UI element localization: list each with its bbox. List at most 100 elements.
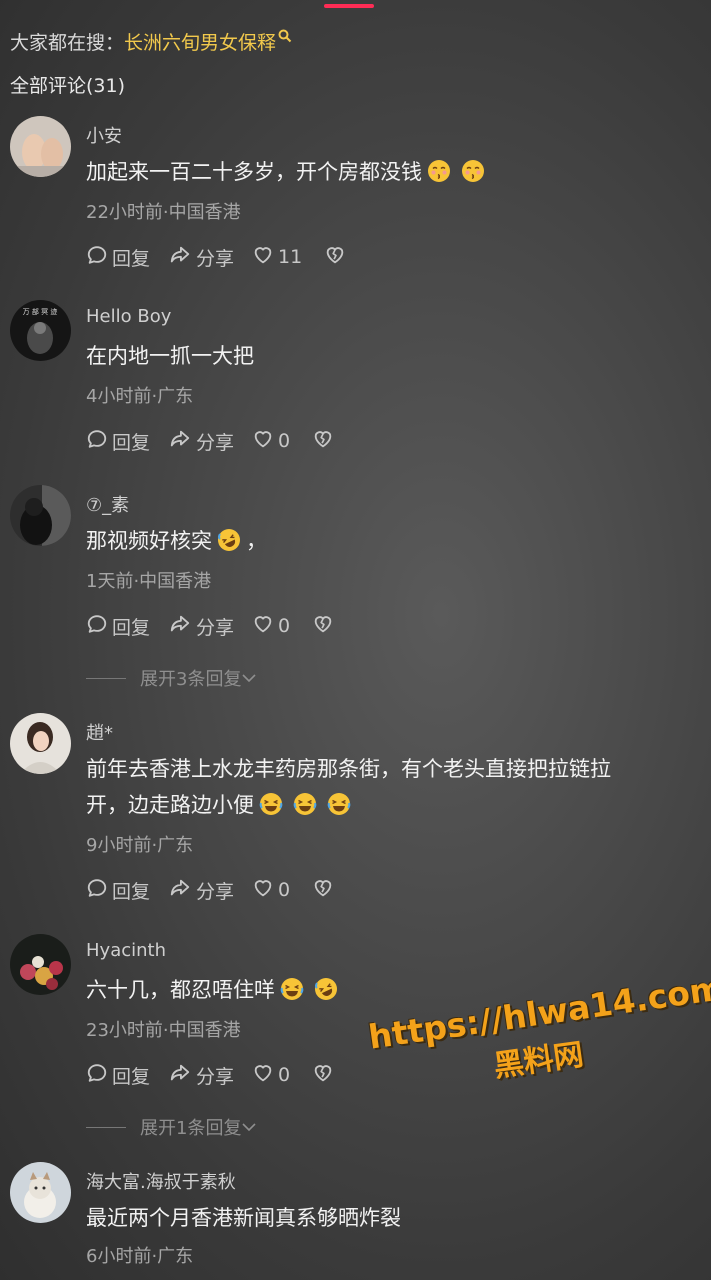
search-icon [278, 26, 292, 48]
like-count: 0 [278, 879, 291, 901]
reply-icon [86, 244, 112, 271]
trending-search[interactable]: 大家都在搜：长洲六旬男女保释 [10, 28, 292, 55]
reply-label: 回复 [112, 431, 151, 454]
laughing-crying-emoji-icon [293, 791, 317, 815]
comment-actions: 回复 分享 11 [86, 244, 368, 270]
comment-text-line: 前年去香港上水龙丰药房那条街，有个老头直接把拉链拉 [86, 757, 611, 781]
laughing-tilted-emoji-icon [217, 527, 241, 551]
avatar[interactable] [10, 713, 71, 774]
share-button[interactable]: 分享 [168, 244, 234, 271]
comment-actions: 回复 分享 0 [86, 877, 356, 903]
comment-username[interactable]: 小安 [86, 122, 122, 148]
comment-username[interactable]: 海大富.海叔于素秋 [86, 1168, 236, 1194]
heart-icon [252, 1062, 278, 1089]
avatar[interactable] [10, 116, 71, 177]
like-count: 0 [278, 615, 291, 637]
share-icon [168, 613, 196, 640]
share-button[interactable]: 分享 [168, 428, 234, 455]
heart-icon [252, 244, 278, 271]
comment-username[interactable]: Hello Boy [86, 306, 171, 327]
laughing-crying-emoji-icon [259, 791, 283, 815]
comment-text: 加起来一百二十多岁，开个房都没钱 [86, 154, 676, 190]
comment-text-content: 开，边走路边小便 [86, 793, 254, 817]
avatar[interactable] [10, 1162, 71, 1223]
dislike-button[interactable] [312, 1062, 338, 1089]
like-button[interactable]: 0 [252, 613, 290, 640]
expand-replies-button[interactable]: 展开1条回复 [86, 1114, 257, 1140]
expand-replies-label: 展开1条回复 [140, 1118, 242, 1139]
comment-username[interactable]: Hyacinth [86, 940, 166, 961]
comment-text: 在内地一抓一大把 [86, 338, 676, 374]
share-label: 分享 [196, 880, 235, 903]
dislike-button[interactable] [324, 244, 350, 271]
comment-meta: 6小时前·广东 [86, 1246, 194, 1267]
share-button[interactable]: 分享 [168, 613, 234, 640]
expand-replies-button[interactable]: 展开3条回复 [86, 665, 257, 691]
avatar[interactable] [10, 934, 71, 995]
kiss-emoji-icon [461, 158, 485, 182]
avatar[interactable] [10, 485, 71, 546]
comment-text-content: 最近两个月香港新闻真系够晒炸裂 [86, 1206, 401, 1230]
comment-meta: 22小时前·中国香港 [86, 202, 241, 223]
heart-icon [252, 613, 278, 640]
like-button[interactable]: 11 [252, 244, 302, 271]
heart-icon [252, 428, 278, 455]
comment-meta: 4小时前·广东 [86, 386, 194, 407]
share-label: 分享 [196, 431, 235, 454]
share-label: 分享 [196, 247, 235, 270]
divider [86, 677, 126, 679]
broken-heart-icon [312, 1062, 338, 1089]
comment-text-content: 六十几，都忍唔住咩 [86, 978, 275, 1002]
dislike-button[interactable] [312, 613, 338, 640]
comment-username[interactable]: 趙* [86, 719, 113, 745]
broken-heart-icon [312, 877, 338, 904]
share-button[interactable]: 分享 [168, 1062, 234, 1089]
share-label: 分享 [196, 616, 235, 639]
like-button[interactable]: 0 [252, 877, 290, 904]
reply-button[interactable]: 回复 [86, 244, 150, 271]
comment-username[interactable]: ⑦_素 [86, 491, 129, 517]
laughing-crying-emoji-icon [327, 791, 351, 815]
reply-button[interactable]: 回复 [86, 428, 150, 455]
reply-button[interactable]: 回复 [86, 613, 150, 640]
dislike-button[interactable] [312, 428, 338, 455]
svg-text:万 部 冥 迹: 万 部 冥 迹 [23, 307, 58, 316]
comment-meta: 1天前·中国香港 [86, 571, 212, 592]
laughing-tilted-emoji-icon [314, 976, 338, 1000]
share-icon [168, 244, 196, 271]
comment-text: 最近两个月香港新闻真系够晒炸裂 [86, 1200, 676, 1236]
dislike-button[interactable] [312, 877, 338, 904]
reply-icon [86, 1062, 112, 1089]
share-button[interactable]: 分享 [168, 877, 234, 904]
trending-search-keyword[interactable]: 长洲六旬男女保释 [124, 32, 276, 54]
reply-button[interactable]: 回复 [86, 877, 150, 904]
reply-icon [86, 613, 112, 640]
comment-text-suffix: ， [246, 529, 267, 553]
tab-indicator [324, 4, 374, 8]
reply-label: 回复 [112, 247, 151, 270]
reply-label: 回复 [112, 616, 151, 639]
comment-actions: 回复 分享 0 [86, 428, 356, 454]
like-button[interactable]: 0 [252, 1062, 290, 1089]
reply-button[interactable]: 回复 [86, 1062, 150, 1089]
chevron-down-icon [241, 1117, 257, 1138]
divider [86, 1126, 126, 1128]
comments-count: 全部评论(31) [10, 75, 126, 97]
comment-text-line: 开，边走路边小便 [86, 787, 676, 823]
like-count: 0 [278, 430, 291, 452]
share-icon [168, 1062, 196, 1089]
share-label: 分享 [196, 1065, 235, 1088]
like-count: 0 [278, 1064, 291, 1086]
like-button[interactable]: 0 [252, 428, 290, 455]
share-icon [168, 877, 196, 904]
comment-text: 前年去香港上水龙丰药房那条街，有个老头直接把拉链拉 开，边走路边小便 [86, 751, 676, 823]
comment-meta: 9小时前·广东 [86, 835, 194, 856]
avatar[interactable]: 万 部 冥 迹 [10, 300, 71, 361]
broken-heart-icon [312, 613, 338, 640]
like-count: 11 [278, 246, 303, 268]
reply-icon [86, 877, 112, 904]
kiss-emoji-icon [427, 158, 451, 182]
comment-actions: 回复 分享 0 [86, 613, 356, 639]
laughing-crying-emoji-icon [280, 976, 304, 1000]
comment-actions: 回复 分享 0 [86, 1062, 356, 1088]
